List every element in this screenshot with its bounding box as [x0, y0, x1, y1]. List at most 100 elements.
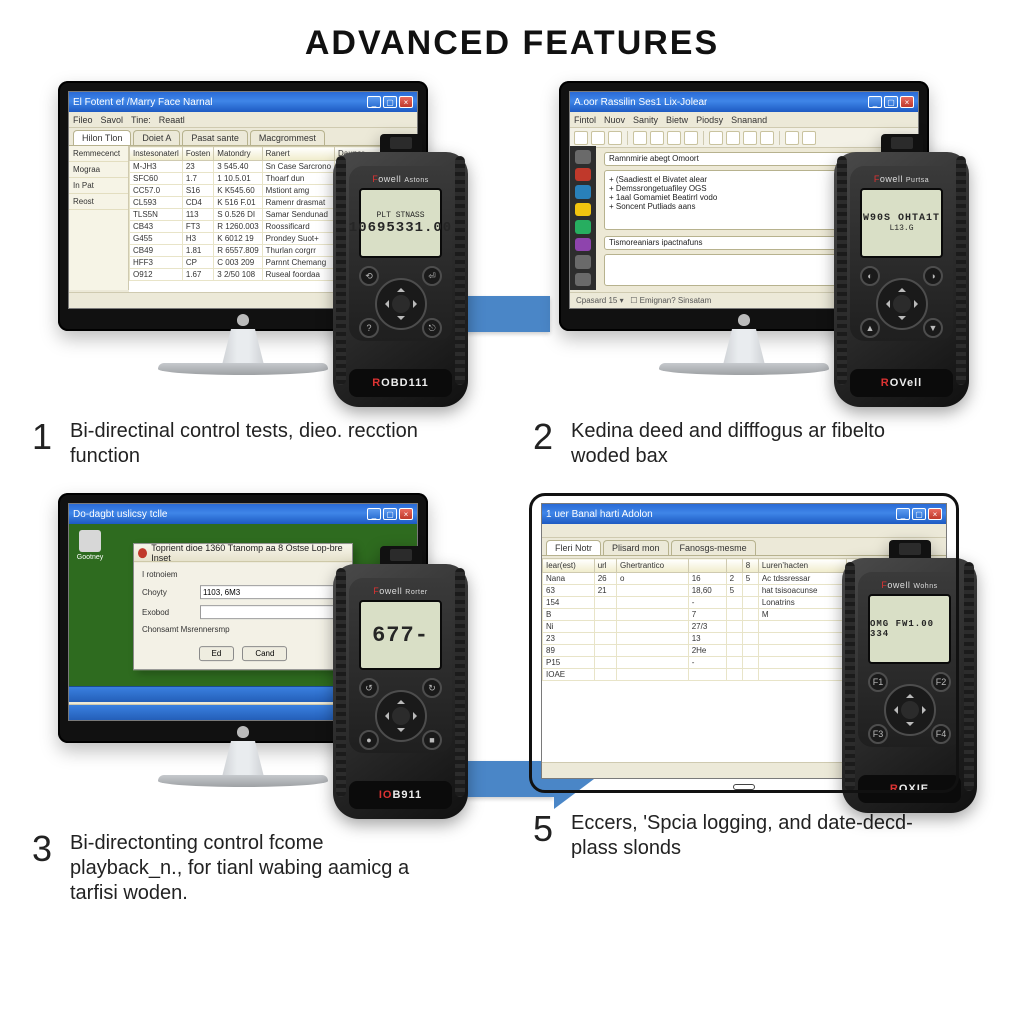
ok-button[interactable]: Ed	[199, 646, 235, 661]
menu-item[interactable]: Fintol	[574, 115, 596, 125]
menu-bar[interactable]: Fileo Savol Tine: Reaatl	[69, 112, 417, 128]
menu-item[interactable]: Nuov	[604, 115, 625, 125]
toolbar-icon[interactable]	[785, 131, 799, 145]
menu-item[interactable]: Reaatl	[159, 115, 185, 125]
dialog-title: Toprient dioe 1360 Ttanomp aa 8 Ostse Lo…	[134, 544, 352, 562]
tab[interactable]: Pasat sante	[182, 130, 248, 145]
device-key[interactable]: F2	[931, 672, 951, 692]
maximize-icon[interactable]: ▢	[912, 508, 926, 520]
maximize-icon[interactable]: ▢	[383, 508, 397, 520]
dock-icon[interactable]	[575, 238, 591, 252]
nav-item[interactable]: Remmecenct	[69, 146, 128, 162]
toolbar-icon[interactable]	[667, 131, 681, 145]
maximize-icon[interactable]: ▢	[884, 96, 898, 108]
monitor-base	[158, 775, 328, 787]
menu-item[interactable]: Sanity	[633, 115, 658, 125]
monitor-1: El Fotent ef /Marry Face Narnal _ ▢ × Fi…	[28, 81, 458, 401]
device-key[interactable]: ↺	[359, 678, 379, 698]
col-header[interactable]: 8	[742, 559, 758, 573]
col-header[interactable]: Ghertrantico	[617, 559, 689, 573]
device-dpad[interactable]	[884, 684, 936, 736]
minimize-icon[interactable]: _	[868, 96, 882, 108]
minimize-icon[interactable]: _	[367, 508, 381, 520]
nav-item[interactable]: Reost	[69, 194, 128, 210]
close-icon[interactable]: ×	[900, 96, 914, 108]
menu-item[interactable]: Snanand	[731, 115, 767, 125]
toolbar-icon[interactable]	[574, 131, 588, 145]
cell	[758, 669, 846, 681]
minimize-icon[interactable]: _	[896, 508, 910, 520]
menu-item[interactable]: Piodsy	[696, 115, 723, 125]
tab[interactable]: Doiet A	[133, 130, 180, 145]
device-dpad[interactable]	[375, 690, 427, 742]
nav-item[interactable]: In Pat	[69, 178, 128, 194]
toolbar-icon[interactable]	[743, 131, 757, 145]
desktop-shortcut[interactable]: Gootney	[75, 530, 105, 561]
device-key[interactable]: ▲	[860, 318, 880, 338]
col-header[interactable]: Luren’hacten	[758, 559, 846, 573]
device-key[interactable]: ◑	[923, 266, 943, 286]
device-key[interactable]: ⎋	[422, 318, 442, 338]
dock-icon[interactable]	[575, 203, 591, 217]
dock-icon[interactable]	[575, 185, 591, 199]
tab[interactable]: Macgrommest	[250, 130, 325, 145]
text-input[interactable]	[200, 605, 344, 619]
toolbar-icon[interactable]	[650, 131, 664, 145]
close-icon[interactable]: ×	[399, 96, 413, 108]
lcd-line-3: L13.G	[889, 224, 913, 233]
device-key[interactable]: F1	[868, 672, 888, 692]
dock-icon[interactable]	[575, 168, 591, 182]
toolbar-icon[interactable]	[684, 131, 698, 145]
toolbar-icon[interactable]	[709, 131, 723, 145]
menu-item[interactable]: Savol	[101, 115, 124, 125]
cell: CL593	[130, 197, 183, 209]
device-key[interactable]: F3	[868, 724, 888, 744]
menu-item[interactable]: Tine:	[131, 115, 151, 125]
col-header[interactable]: url	[594, 559, 616, 573]
device-key[interactable]: ◐	[860, 266, 880, 286]
device-key[interactable]: ?	[359, 318, 379, 338]
menu-item[interactable]: Bietw	[666, 115, 688, 125]
toolbar-icon[interactable]	[608, 131, 622, 145]
device-dpad[interactable]	[375, 278, 427, 330]
device-key[interactable]: ●	[359, 730, 379, 750]
device-dpad[interactable]	[876, 278, 928, 330]
cancel-button[interactable]: Cand	[242, 646, 287, 661]
dock-icon[interactable]	[575, 220, 591, 234]
col-header[interactable]: Matondry	[214, 147, 262, 161]
device-key[interactable]: ▼	[923, 318, 943, 338]
dock-icon[interactable]	[575, 150, 591, 164]
maximize-icon[interactable]: ▢	[383, 96, 397, 108]
menu-item[interactable]: Fileo	[73, 115, 93, 125]
tab[interactable]: Plisard mon	[603, 540, 669, 555]
dock-icon[interactable]	[575, 255, 591, 269]
tab[interactable]: Fleri Notr	[546, 540, 601, 555]
home-button-icon[interactable]	[733, 784, 755, 790]
toolbar-icon[interactable]	[760, 131, 774, 145]
toolbar-icon[interactable]	[726, 131, 740, 145]
col-header[interactable]: Instesonaterl	[130, 147, 183, 161]
nav-item[interactable]: Mograa	[69, 162, 128, 178]
device-key[interactable]: ↻	[422, 678, 442, 698]
device-key[interactable]: ■	[422, 730, 442, 750]
close-icon[interactable]: ×	[399, 508, 413, 520]
close-icon[interactable]: ×	[928, 508, 942, 520]
tab[interactable]: Fanosgs-mesme	[671, 540, 756, 555]
device-key[interactable]: F4	[931, 724, 951, 744]
device-key[interactable]: ⏎	[422, 266, 442, 286]
col-header[interactable]	[726, 559, 742, 573]
dock-icon[interactable]	[575, 273, 591, 287]
text-input[interactable]	[200, 585, 344, 599]
col-header[interactable]: Ranert	[262, 147, 334, 161]
minimize-icon[interactable]: _	[367, 96, 381, 108]
menu-bar[interactable]: Fintol Nuov Sanity Bietw Piodsy Snanand	[570, 112, 918, 128]
device-key[interactable]: ⟲	[359, 266, 379, 286]
checkbox-label[interactable]: Chonsamt Msrennersmp	[142, 625, 344, 634]
toolbar-icon[interactable]	[591, 131, 605, 145]
col-header[interactable]: Fosten	[182, 147, 213, 161]
toolbar-icon[interactable]	[633, 131, 647, 145]
tab[interactable]: Hilon Tlon	[73, 130, 131, 145]
col-header[interactable]	[688, 559, 726, 573]
col-header[interactable]: Iear(est)	[543, 559, 595, 573]
toolbar-icon[interactable]	[802, 131, 816, 145]
